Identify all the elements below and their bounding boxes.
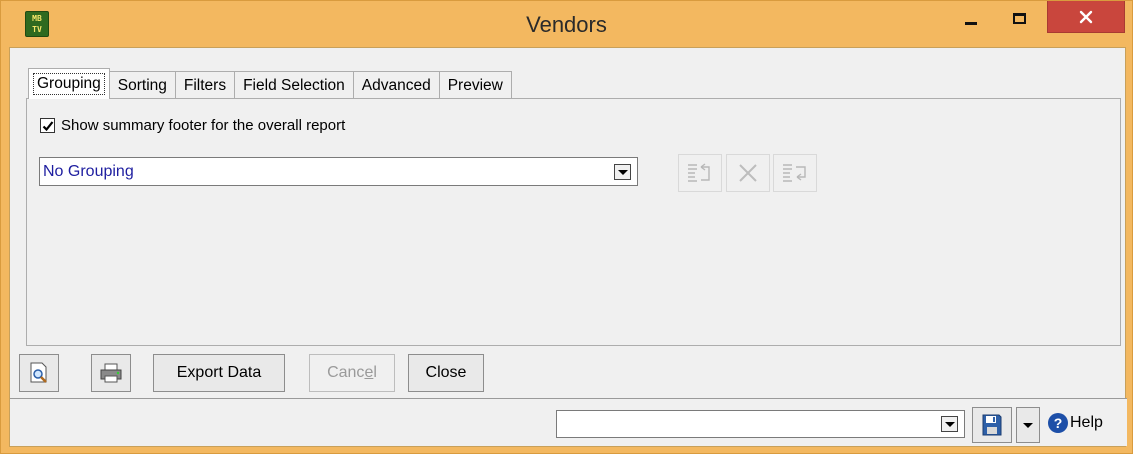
chevron-down-icon — [944, 421, 955, 427]
chevron-down-icon — [617, 169, 628, 175]
minimize-button[interactable] — [951, 1, 991, 35]
grouping-dropdown-button[interactable] — [614, 164, 631, 180]
checkmark-icon — [42, 120, 53, 131]
group-up-icon — [688, 163, 710, 182]
client-area: Grouping Sorting Filters Field Selection… — [9, 47, 1127, 447]
summary-footer-label: Show summary footer for the overall repo… — [61, 117, 346, 134]
maximize-icon — [1012, 12, 1026, 24]
maximize-button[interactable] — [999, 1, 1039, 35]
tab-label: Grouping — [33, 73, 105, 95]
group-up-button[interactable] — [678, 154, 722, 192]
help-label: Help — [1070, 414, 1103, 431]
help-icon: ? — [1048, 413, 1068, 433]
grouping-select[interactable]: No Grouping — [39, 157, 638, 186]
remove-grouping-button[interactable] — [726, 154, 770, 192]
group-down-button[interactable] — [773, 154, 817, 192]
tab-label: Filters — [183, 76, 227, 94]
report-dropdown-button[interactable] — [941, 416, 958, 432]
tab-sorting[interactable]: Sorting — [108, 71, 176, 99]
tab-grouping[interactable]: Grouping — [28, 68, 110, 99]
grouping-select-value: No Grouping — [43, 163, 134, 180]
vendors-window: MB TV Vendors Grouping Sorting Filters F… — [0, 0, 1133, 454]
title-bar[interactable]: MB TV Vendors — [1, 1, 1132, 47]
summary-footer-checkbox[interactable] — [40, 118, 55, 133]
tab-field-selection[interactable]: Field Selection — [234, 71, 354, 99]
tab-label: Field Selection — [243, 76, 345, 94]
tab-filters[interactable]: Filters — [174, 71, 236, 99]
tab-advanced[interactable]: Advanced — [352, 71, 440, 99]
save-report-button[interactable] — [972, 407, 1012, 443]
export-data-button[interactable]: Export Data — [153, 354, 285, 392]
tab-label: Advanced — [361, 76, 431, 94]
tab-preview[interactable]: Preview — [438, 71, 512, 99]
close-button[interactable]: Close — [408, 354, 484, 392]
tab-label: Preview — [447, 76, 503, 94]
tab-strip: Grouping Sorting Filters Field Selection… — [28, 68, 512, 99]
print-preview-button[interactable] — [19, 354, 59, 392]
print-button[interactable] — [91, 354, 131, 392]
summary-footer-option[interactable]: Show summary footer for the overall repo… — [40, 117, 345, 134]
help-button[interactable]: ? Help — [1048, 413, 1103, 433]
remove-icon — [739, 164, 757, 182]
grouping-panel: Show summary footer for the overall repo… — [26, 98, 1121, 346]
save-options-dropdown[interactable] — [1016, 407, 1040, 443]
cancel-button[interactable]: Canc e l — [309, 354, 395, 392]
close-window-button[interactable] — [1047, 1, 1125, 33]
status-bar: ? Help — [10, 398, 1127, 446]
minimize-icon — [965, 21, 977, 25]
group-down-icon — [783, 164, 806, 182]
printer-icon — [100, 363, 122, 383]
tab-label: Sorting — [117, 76, 167, 94]
report-select[interactable] — [556, 410, 965, 438]
close-icon — [1079, 10, 1093, 23]
chevron-down-icon — [1023, 422, 1033, 428]
save-report-icon — [982, 414, 1002, 436]
print-preview-icon — [30, 362, 47, 383]
